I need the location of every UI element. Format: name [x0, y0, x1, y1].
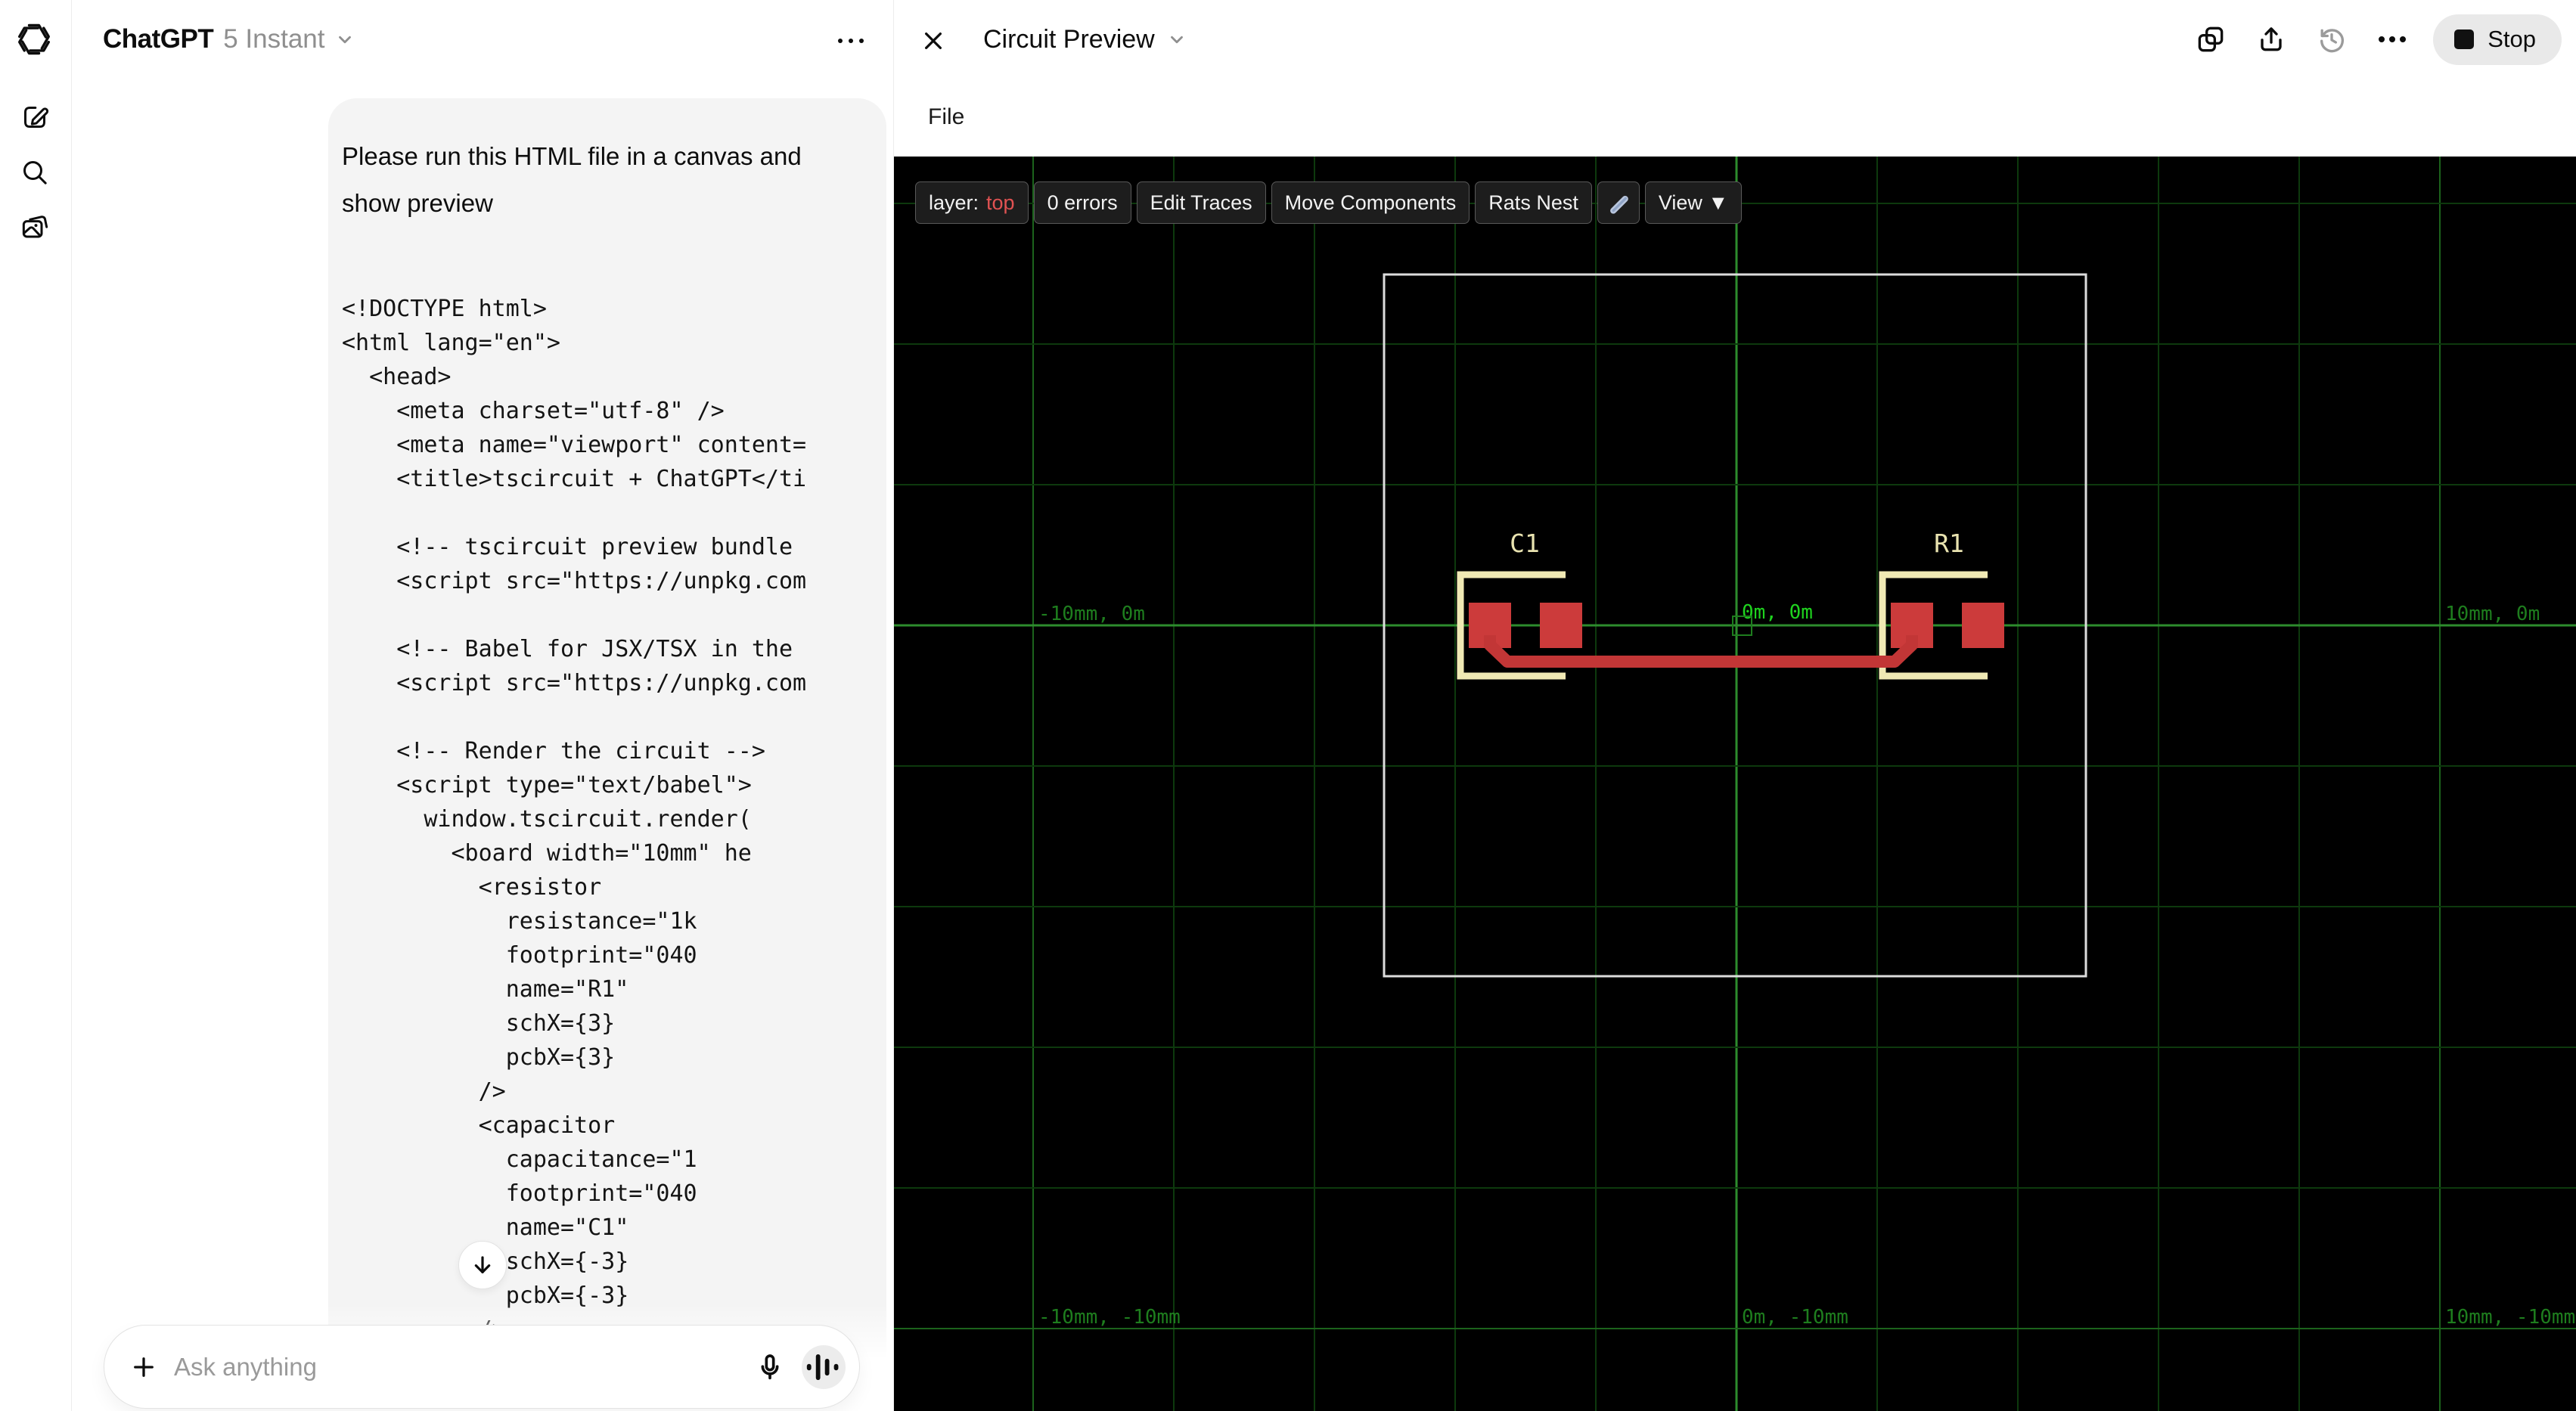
arrow-down-icon: [474, 1256, 491, 1273]
coord-label: -10mm, 0m: [1038, 603, 1145, 625]
panel-actions: Stop: [2191, 0, 2562, 79]
share-button[interactable]: [2252, 20, 2291, 59]
errors-label: 0 errors: [1047, 191, 1118, 214]
view-menu-button[interactable]: View ▼: [1644, 181, 1743, 224]
chevron-down-icon: [1170, 36, 1183, 44]
new-chat-button[interactable]: [18, 101, 51, 134]
pencil-icon: [1609, 195, 1628, 214]
model-selector[interactable]: ChatGPT 5 Instant: [103, 24, 355, 54]
component-ref-label[interactable]: R1: [1934, 529, 1964, 558]
app-title: ChatGPT: [103, 24, 214, 54]
composer-bar[interactable]: Ask anything: [104, 1325, 860, 1409]
model-name: 5 Instant: [223, 24, 325, 54]
chatgpt-logo-icon[interactable]: [16, 21, 52, 57]
app-window: ChatGPT 5 Instant Please run this HTML f…: [0, 0, 2576, 1411]
edit-traces-label: Edit Traces: [1150, 191, 1252, 214]
ellipsis-icon: [838, 39, 864, 43]
history-icon: [2320, 29, 2345, 53]
pcb-pad[interactable]: [1962, 603, 2004, 648]
ellipsis-icon: [2379, 36, 2407, 42]
sidebar-rail: [0, 0, 72, 1411]
pcb-canvas-area[interactable]: -10mm, 0m 0m, 0m 10mm, 0m -10mm, -10mm 0m, -…: [894, 157, 2576, 1411]
move-components-label: Move Components: [1284, 191, 1457, 214]
layer-button[interactable]: layer: top: [915, 181, 1029, 224]
copy-button[interactable]: [2191, 20, 2230, 59]
conversation-menu-button[interactable]: [831, 26, 871, 56]
rats-nest-button[interactable]: Rats Nest: [1475, 181, 1592, 224]
stop-label: Stop: [2488, 26, 2536, 52]
image-library-icon: [22, 216, 48, 238]
panel-title: Circuit Preview: [983, 24, 1155, 54]
chevron-down-icon: [338, 36, 351, 44]
panel-menu-button[interactable]: [2373, 20, 2412, 59]
user-message-code: <!DOCTYPE html> <html lang="en"> <head> …: [342, 296, 807, 1343]
move-components-button[interactable]: Move Components: [1271, 181, 1470, 224]
library-button[interactable]: [18, 210, 51, 243]
layer-value: top: [986, 191, 1015, 214]
coord-label: 10mm, 0m: [2445, 603, 2540, 625]
errors-button[interactable]: 0 errors: [1033, 181, 1131, 224]
copy-icon: [2198, 26, 2224, 52]
view-label: View ▼: [1658, 191, 1729, 214]
history-button[interactable]: [2312, 20, 2351, 59]
compose-icon: [24, 107, 49, 128]
pcb-toolbar: layer: top 0 errors Edit Traces Move Com…: [915, 181, 1743, 224]
microphone-icon: [761, 1354, 779, 1379]
stop-button[interactable]: Stop: [2433, 14, 2562, 65]
share-upload-icon: [2261, 27, 2282, 51]
voice-mode-button[interactable]: [802, 1344, 846, 1389]
chat-column: ChatGPT 5 Instant Please run this HTML f…: [72, 0, 893, 1411]
search-icon: [23, 161, 47, 185]
pcb-pad[interactable]: [1540, 603, 1582, 648]
scroll-to-bottom-button[interactable]: [458, 1241, 507, 1289]
close-panel-button[interactable]: [918, 26, 948, 56]
file-menu[interactable]: File: [920, 101, 972, 133]
coord-label: 0m, 0m: [1742, 601, 1813, 624]
coord-label: -10mm, -10mm: [1038, 1306, 1181, 1329]
search-button[interactable]: [18, 156, 51, 189]
user-message-bubble: Please run this HTML file in a canvas an…: [328, 98, 886, 1392]
panel-menubar: File PCB Schematic 3D ⋯: [894, 79, 2576, 221]
component-ref-label[interactable]: C1: [1510, 529, 1540, 558]
dictate-button[interactable]: [750, 1347, 790, 1387]
close-icon: [925, 33, 942, 49]
edit-traces-button[interactable]: Edit Traces: [1136, 181, 1266, 224]
user-message-text: Please run this HTML file in a canvas an…: [342, 142, 802, 217]
panel-title-dropdown[interactable]: Circuit Preview: [983, 0, 1187, 79]
layer-prefix: layer:: [929, 191, 979, 214]
stop-icon: [2454, 29, 2475, 49]
coord-label: 10mm, -10mm: [2445, 1306, 2575, 1329]
composer-input[interactable]: Ask anything: [174, 1353, 750, 1382]
circuit-preview-panel: Circuit Preview Stop File -10mm, 0m 0m, …: [893, 0, 2576, 1411]
plus-icon: [134, 1357, 154, 1377]
voice-waveform-icon: [806, 1354, 839, 1380]
coord-label: 0m, -10mm: [1742, 1306, 1848, 1329]
attach-button[interactable]: [127, 1351, 160, 1384]
panel-header: Circuit Preview Stop: [894, 0, 2576, 79]
chat-header: ChatGPT 5 Instant: [72, 0, 893, 79]
pcb-canvas[interactable]: -10mm, 0m 0m, 0m 10mm, 0m -10mm, -10mm 0m, -…: [894, 157, 2576, 1411]
rats-nest-label: Rats Nest: [1488, 191, 1578, 214]
draw-trace-button[interactable]: [1597, 181, 1640, 224]
